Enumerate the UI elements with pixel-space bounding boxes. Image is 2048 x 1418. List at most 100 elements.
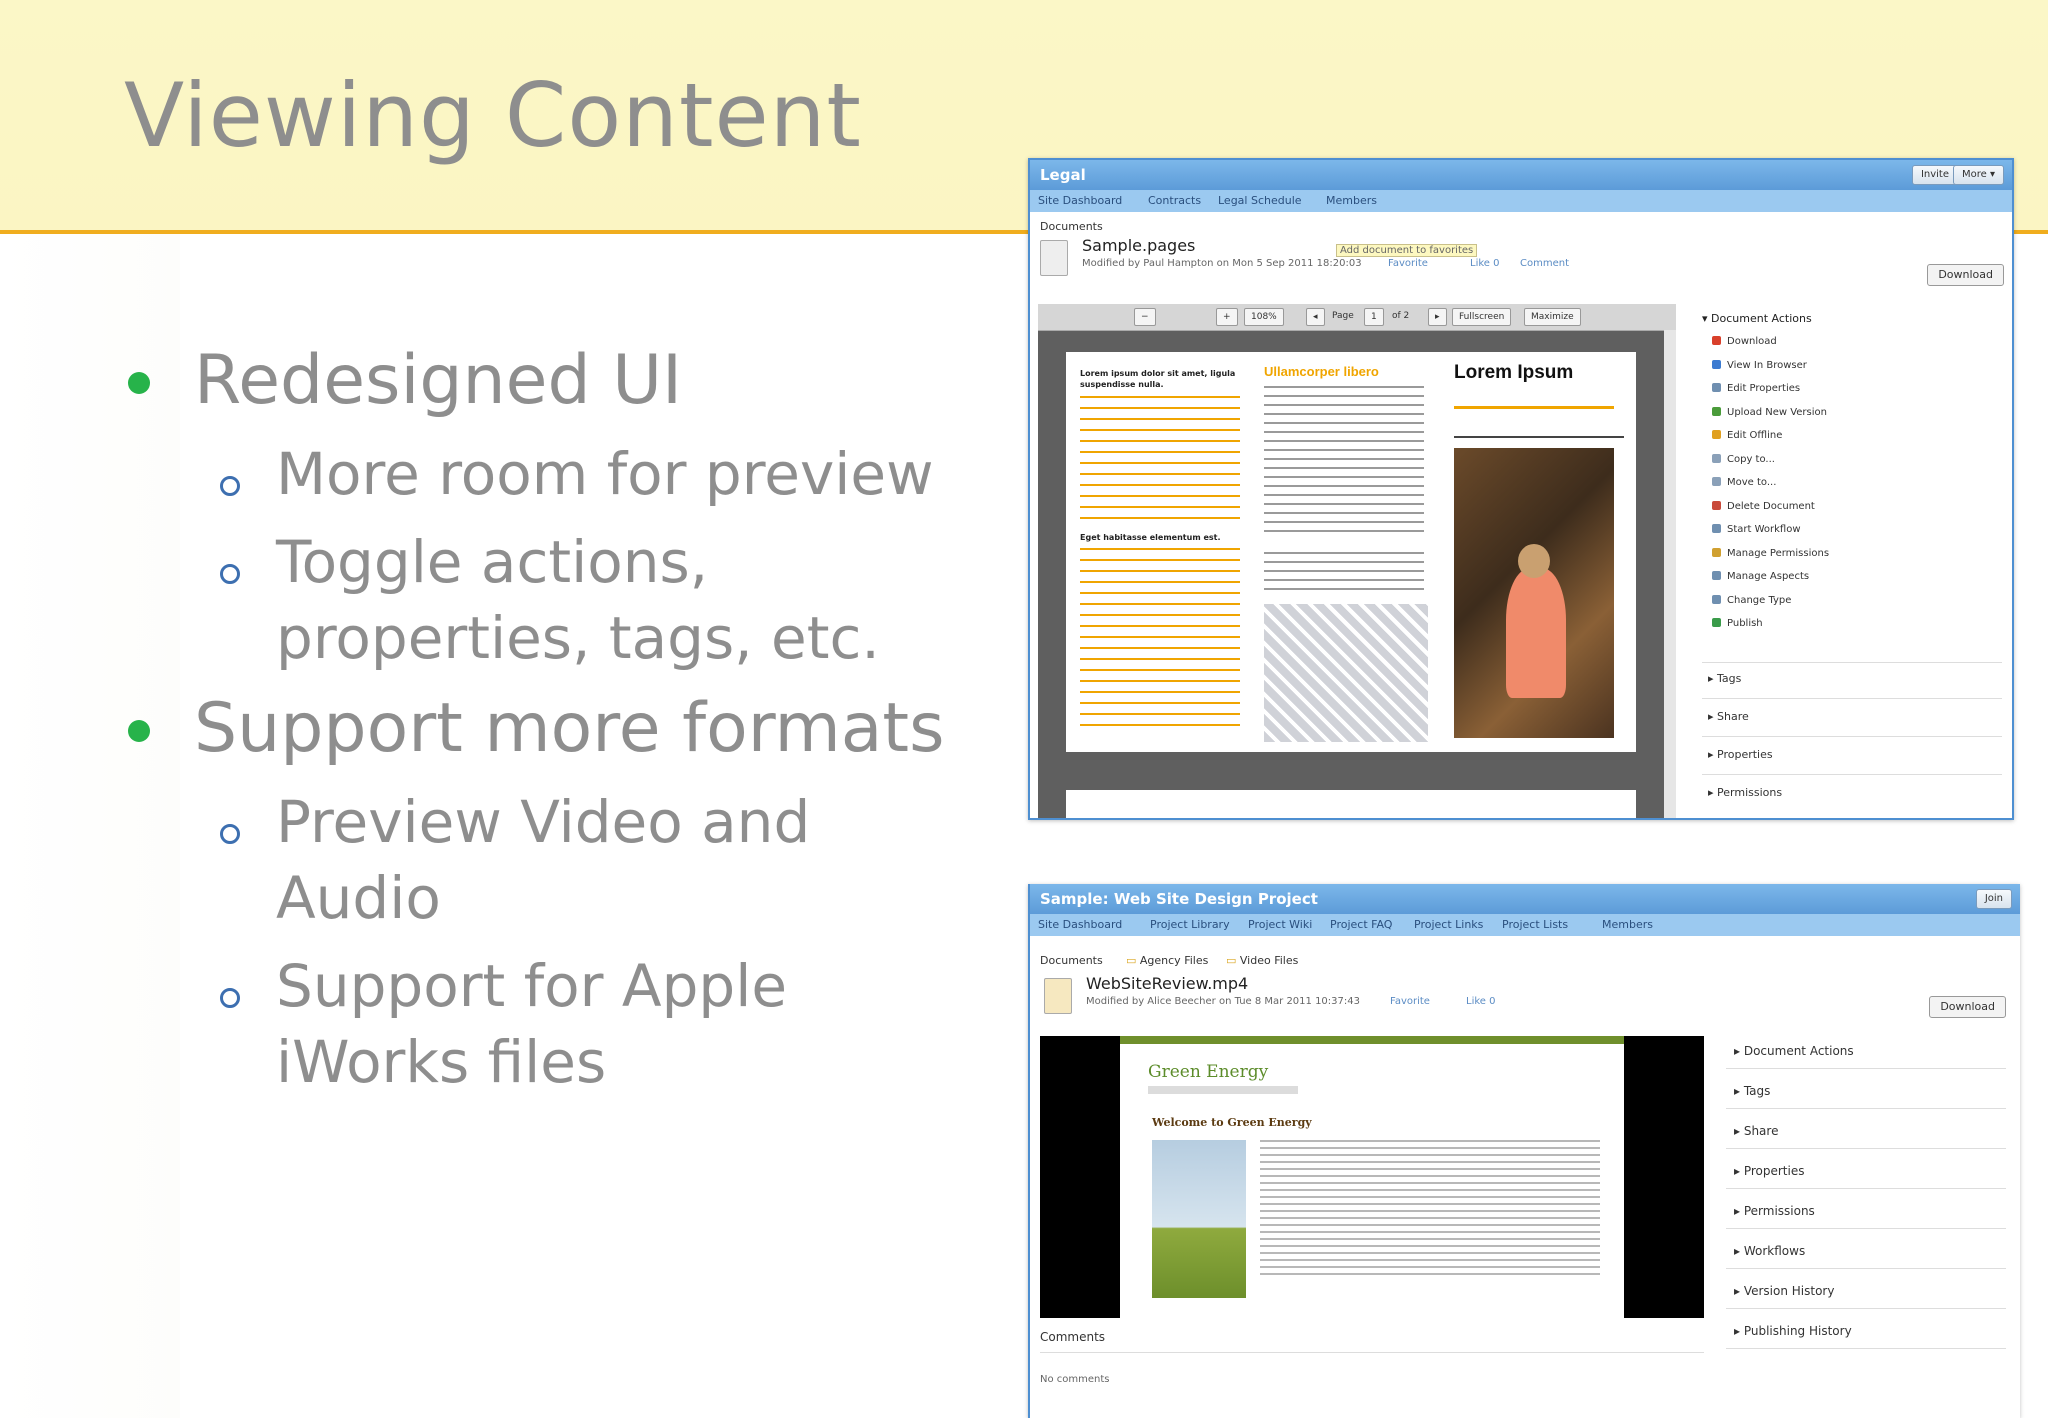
sidebar-divider [1726,1268,2006,1269]
favorite-link[interactable]: Favorite [1388,258,1428,269]
share-section[interactable]: ▸ Share [1708,710,1749,723]
sidebar-divider [1726,1228,2006,1229]
more-button[interactable]: More ▾ [1953,165,2004,185]
document-action-change-type[interactable]: Change Type [1712,594,1791,606]
nav-legal-schedule[interactable]: Legal Schedule [1218,190,1302,212]
sidebar-divider [1702,736,2002,737]
document-meta: Modified by Paul Hampton on Mon 5 Sep 20… [1082,258,1362,269]
favorite-link[interactable]: Favorite [1390,996,1430,1007]
document-previewer: − + 108% ◂ Page 1 of 2 ▸ Fullscreen Maxi… [1038,304,1676,818]
column1-body-text [1080,396,1240,526]
permissions-section[interactable]: ▸ Permissions [1708,786,1782,799]
video-welcome-heading: Welcome to Green Energy [1152,1116,1312,1129]
fullscreen-button[interactable]: Fullscreen [1452,308,1512,326]
document-meta: Modified by Alice Beecher on Tue 8 Mar 2… [1086,996,1360,1007]
video-body-text [1260,1140,1600,1276]
video-player[interactable]: Green Energy Welcome to Green Energy [1040,1036,1704,1318]
preview-page: Lorem ipsum dolor sit amet, ligula suspe… [1066,352,1636,752]
like-link[interactable]: Like 0 [1466,996,1495,1007]
column2-body-text [1264,386,1424,536]
bullet-list: Redesigned UI More room for preview Togg… [120,340,1000,1112]
sidebar-section-publishing-history[interactable]: ▸ Publishing History [1734,1324,1852,1338]
comment-link[interactable]: Comment [1520,258,1569,269]
previewer-scrollbar[interactable] [1664,330,1676,818]
join-button[interactable]: Join [1975,889,2012,909]
folder-icon: ▭ [1226,954,1240,967]
document-action-view-in-browser[interactable]: View In Browser [1712,359,1807,371]
breadcrumb-video-files[interactable]: ▭ Video Files [1226,954,1298,967]
page-label: Page [1332,311,1354,321]
document-action-upload-new-version[interactable]: Upload New Version [1712,406,1827,418]
column1-heading: Lorem ipsum dolor sit amet, ligula suspe… [1080,369,1236,389]
zoom-in-button[interactable]: + [1216,308,1238,326]
nav-project-wiki[interactable]: Project Wiki [1248,914,1312,936]
breadcrumb-documents[interactable]: Documents [1040,954,1103,967]
sidebar-section-document-actions[interactable]: ▸ Document Actions [1734,1044,1854,1058]
previous-page-button[interactable]: ◂ [1306,308,1325,326]
site-title: Sample: Web Site Design Project [1040,890,1318,908]
sidebar-divider [1702,662,2002,663]
sub-bullet-preview-video: Preview Video and Audio [120,784,1000,936]
sidebar-section-version-history[interactable]: ▸ Version History [1734,1284,1834,1298]
tags-section[interactable]: ▸ Tags [1708,672,1741,685]
site-top-bar [1120,1036,1624,1044]
page-number-input[interactable]: 1 [1364,308,1384,326]
zoom-select[interactable]: 108% [1244,308,1284,326]
document-action-download[interactable]: Download [1712,336,1777,347]
folder-icon: ▭ [1126,954,1140,967]
sidebar-section-permissions[interactable]: ▸ Permissions [1734,1204,1815,1218]
document-action-edit-offline[interactable]: Edit Offline [1712,430,1782,441]
nav-contracts[interactable]: Contracts [1148,190,1201,212]
sidebar-section-properties[interactable]: ▸ Properties [1734,1164,1804,1178]
breadcrumb-agency-files[interactable]: ▭ Agency Files [1126,954,1208,967]
action-icon [1712,618,1721,627]
sidebar-divider [1726,1068,2006,1069]
column2-body-text-2 [1264,552,1424,592]
column3-rule [1454,406,1614,409]
document-action-start-workflow[interactable]: Start Workflow [1712,524,1801,535]
sidebar-divider [1726,1348,2006,1349]
nav-site-dashboard[interactable]: Site Dashboard [1038,914,1122,936]
properties-section[interactable]: ▸ Properties [1708,748,1773,761]
document-action-manage-permissions[interactable]: Manage Permissions [1712,547,1829,559]
maximize-button[interactable]: Maximize [1524,308,1581,326]
nav-members[interactable]: Members [1326,190,1377,212]
bullet-dot-icon [128,720,150,742]
document-action-manage-aspects[interactable]: Manage Aspects [1712,571,1809,582]
sub-bullet-more-room: More room for preview [120,436,1000,512]
nav-project-library[interactable]: Project Library [1150,914,1230,936]
action-icon [1712,547,1721,557]
document-actions-header[interactable]: ▾ Document Actions [1702,312,1812,325]
document-action-edit-properties[interactable]: Edit Properties [1712,383,1800,394]
download-button[interactable]: Download [1927,264,2004,286]
sidebar-section-share[interactable]: ▸ Share [1734,1124,1778,1138]
sub-bullet-ring-icon [220,564,240,584]
nav-site-dashboard[interactable]: Site Dashboard [1038,190,1122,212]
sidebar-section-tags[interactable]: ▸ Tags [1734,1084,1770,1098]
zoom-out-button[interactable]: − [1134,308,1156,326]
download-button[interactable]: Download [1929,996,2006,1018]
action-icon [1712,359,1721,369]
sidebar-divider [1726,1188,2006,1189]
document-action-delete-document[interactable]: Delete Document [1712,500,1815,512]
document-name: Sample.pages [1082,236,1196,255]
document-action-copy-to[interactable]: Copy to... [1712,453,1775,465]
nav-project-links[interactable]: Project Links [1414,914,1483,936]
sub-bullet-ring-icon [220,824,240,844]
invite-button[interactable]: Invite [1911,165,1958,185]
action-icon [1712,477,1721,486]
breadcrumb[interactable]: Documents [1040,220,1103,233]
video-site-nav [1148,1086,1298,1094]
action-icon [1712,524,1721,533]
nav-project-lists[interactable]: Project Lists [1502,914,1568,936]
document-action-move-to[interactable]: Move to... [1712,477,1776,488]
site-nav: Site Dashboard Project Library Project W… [1030,914,2020,936]
bullet-redesigned-ui: Redesigned UI [120,340,1000,422]
like-link[interactable]: Like 0 [1470,258,1499,269]
nav-members[interactable]: Members [1602,914,1653,936]
action-icon [1712,406,1721,416]
nav-project-faq[interactable]: Project FAQ [1330,914,1392,936]
next-page-button[interactable]: ▸ [1428,308,1447,326]
document-action-publish[interactable]: Publish [1712,618,1763,629]
sidebar-section-workflows[interactable]: ▸ Workflows [1734,1244,1805,1258]
